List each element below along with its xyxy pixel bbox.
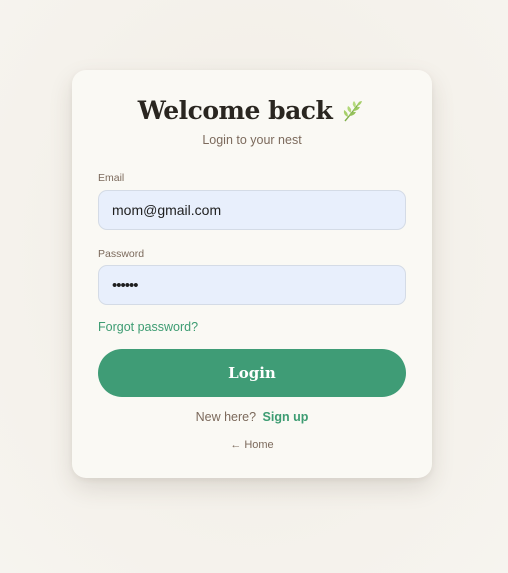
page-subtitle: Login to your nest xyxy=(202,133,302,147)
email-label: Email xyxy=(98,172,125,184)
page-title: Welcome back xyxy=(137,96,333,125)
arrow-left-icon: ← xyxy=(230,439,242,451)
email-field[interactable] xyxy=(98,190,406,230)
login-card: Welcome back Login to your nest Email Pa… xyxy=(72,70,432,478)
home-row: ← Home xyxy=(72,439,432,451)
signup-row: New here? Sign up xyxy=(72,410,432,424)
password-label: Password xyxy=(98,248,145,260)
signup-prompt: New here? xyxy=(195,410,257,424)
title-row: Welcome back xyxy=(72,96,432,125)
signup-link[interactable]: Sign up xyxy=(263,410,309,424)
password-field[interactable] xyxy=(98,265,406,305)
forgot-password-link[interactable]: Forgot password? xyxy=(98,320,198,334)
login-button[interactable]: Login xyxy=(98,349,406,397)
home-link-label: Home xyxy=(244,439,274,451)
home-link[interactable]: ← Home xyxy=(230,439,273,451)
leaf-icon xyxy=(340,98,366,124)
